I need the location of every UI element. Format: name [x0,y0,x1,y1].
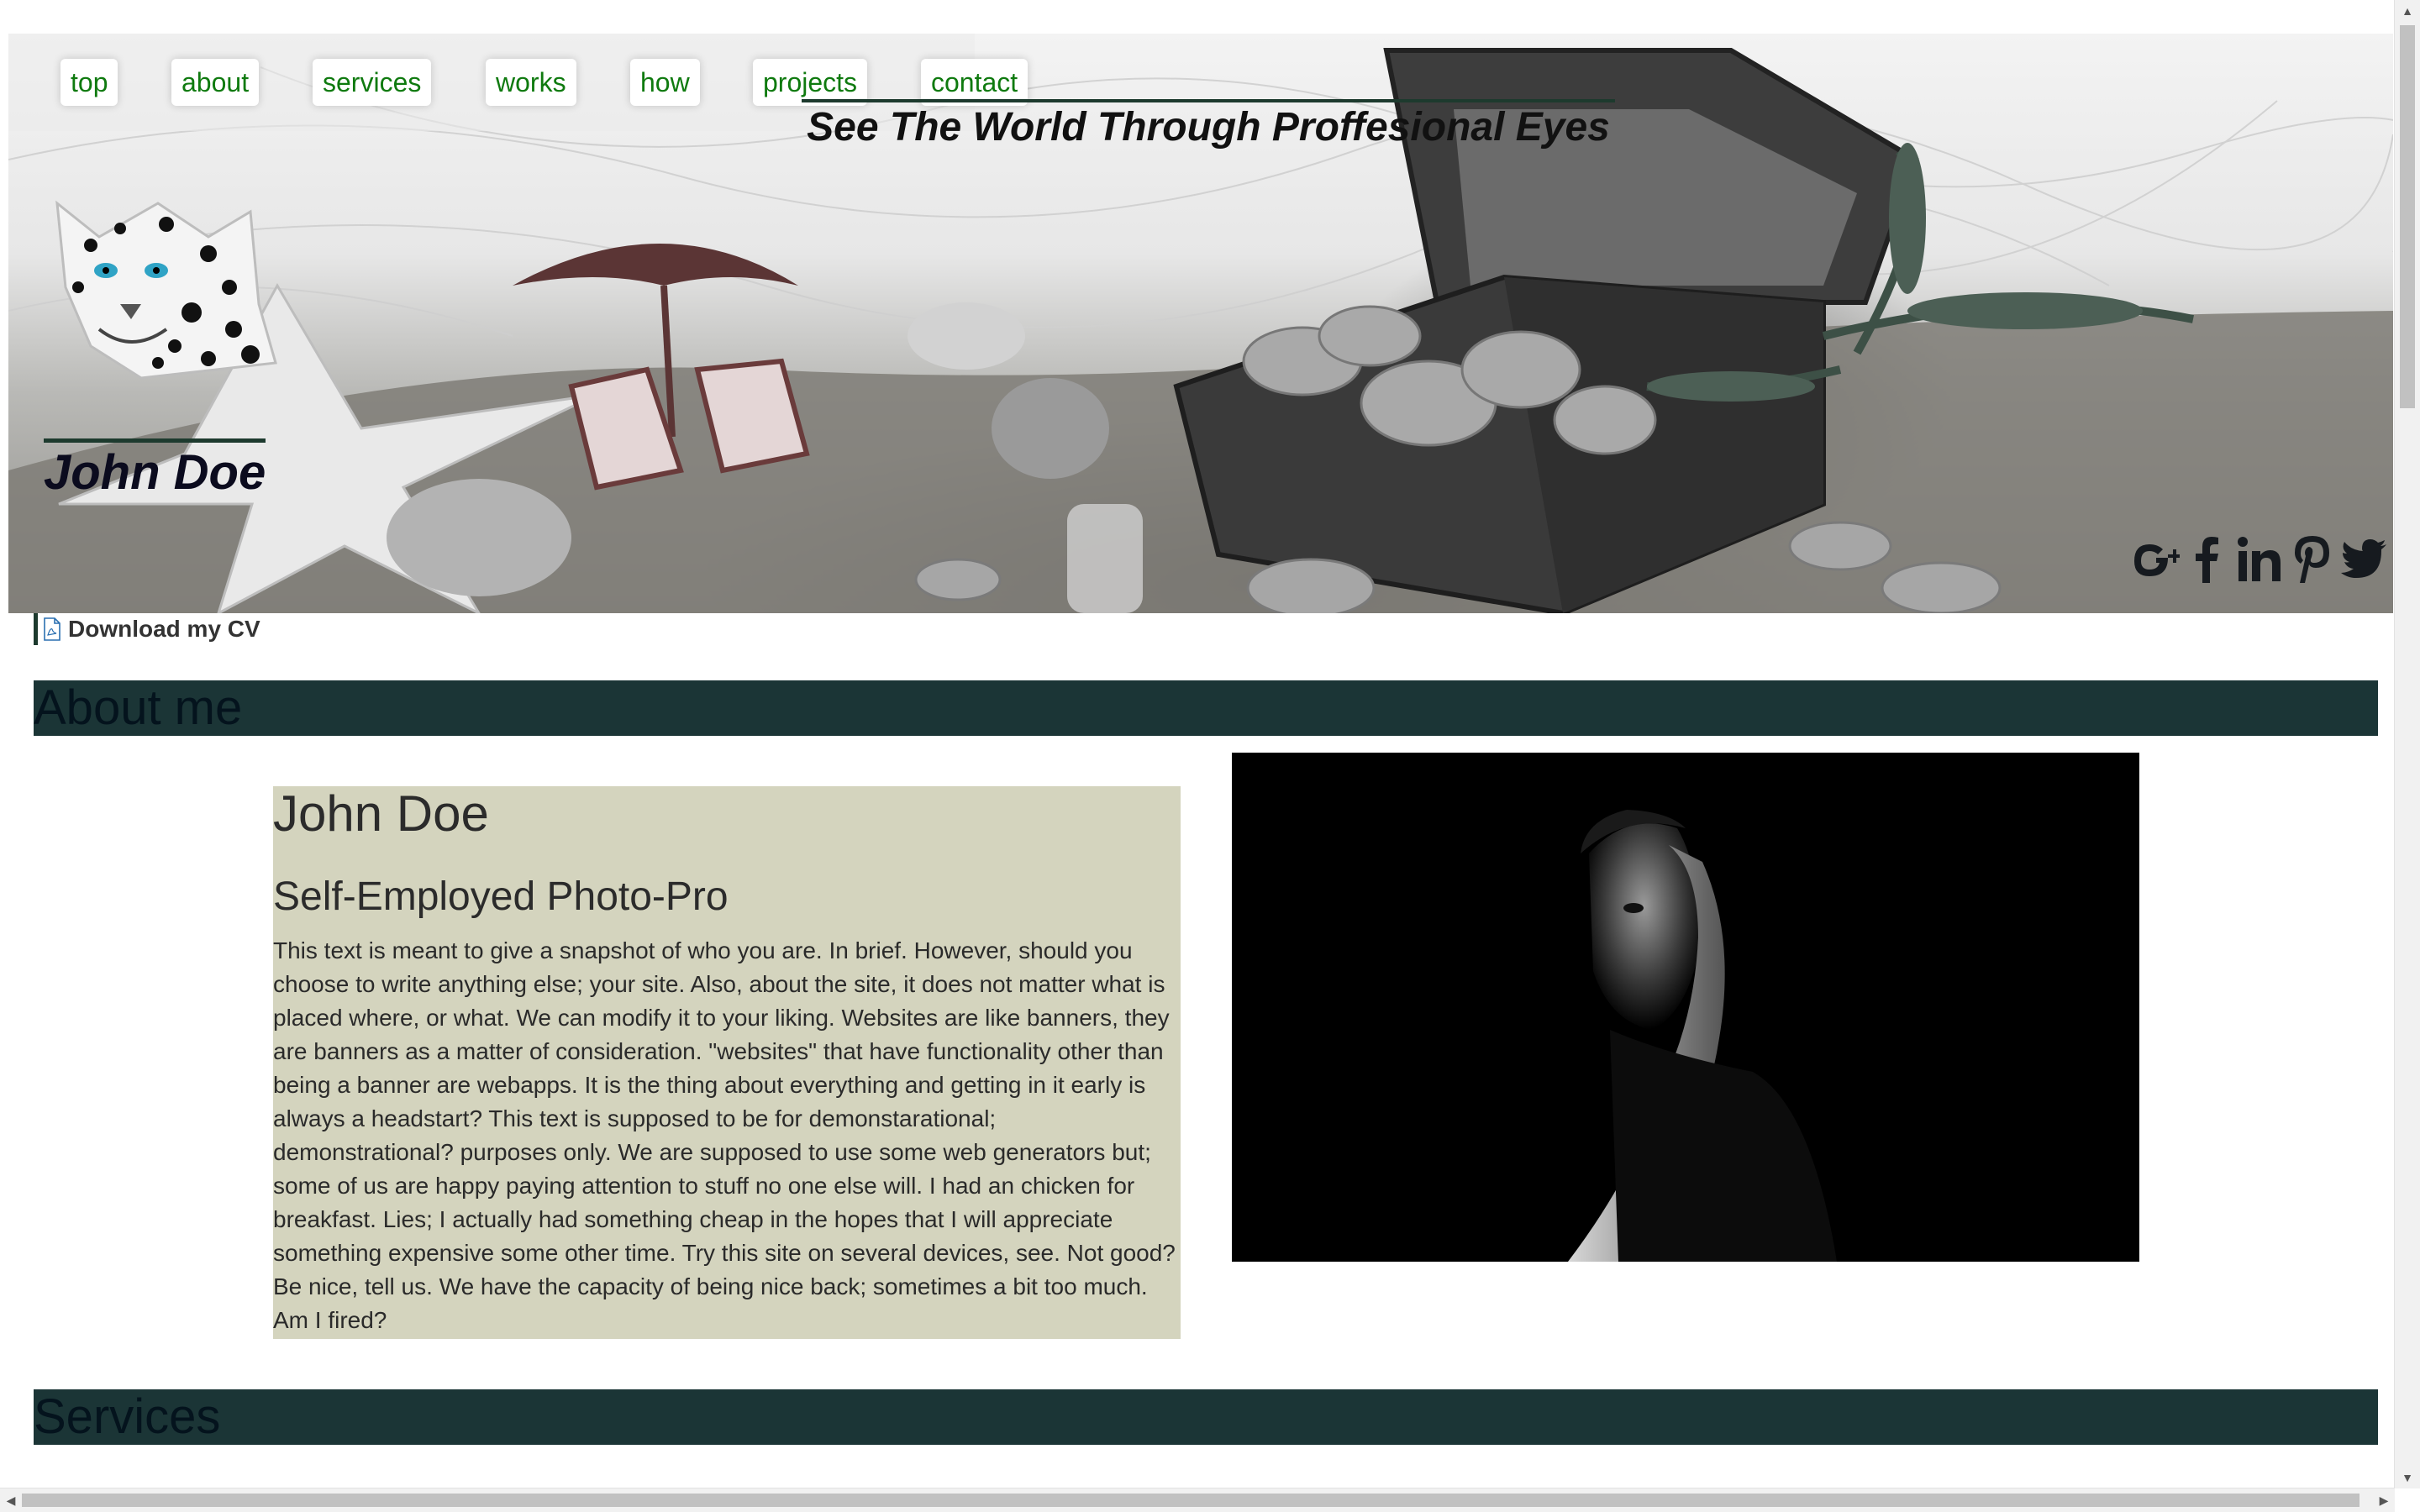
scroll-down-arrow-icon[interactable]: ▼ [2395,1467,2420,1488]
linkedin-icon[interactable] [2235,533,2284,586]
scroll-right-arrow-icon[interactable]: ▶ [2373,1488,2395,1512]
vertical-scroll-thumb[interactable] [2400,25,2415,408]
facebook-icon[interactable] [2183,533,2232,586]
scroll-left-arrow-icon[interactable]: ◀ [0,1488,22,1512]
horizontal-scroll-thumb[interactable] [22,1494,2360,1507]
horizontal-scrollbar[interactable]: ◀ ▶ [0,1488,2395,1512]
nav-link-top[interactable]: top [60,59,118,106]
vertical-scrollbar[interactable]: ▲ ▼ [2394,0,2420,1488]
scroll-up-arrow-icon[interactable]: ▲ [2395,0,2420,22]
social-links [2131,533,2388,586]
pdf-icon [44,617,60,641]
hero-name: John Doe [44,438,266,503]
hero-tagline: See The World Through Proffesional Eyes [802,99,1615,150]
hero-banner: top about services works how projects co… [8,34,2393,613]
about-card: John Doe Self-Employed Photo-Pro This te… [273,786,1181,1339]
about-role: Self-Employed Photo-Pro [273,874,729,919]
services-heading: Services [34,1389,221,1444]
about-name: John Doe [273,785,489,842]
twitter-icon[interactable] [2339,533,2388,586]
download-cv-link[interactable]: Download my CV [34,613,260,645]
nav-link-about[interactable]: about [171,59,260,106]
about-section-header: About me [34,680,2378,736]
google-plus-icon[interactable] [2131,533,2180,586]
about-heading: About me [34,680,243,735]
download-cv-label: Download my CV [68,616,260,642]
about-bio: This text is meant to give a snapshot of… [273,937,1176,1333]
nav-link-services[interactable]: services [313,59,432,106]
portrait-photo [1232,753,2139,1262]
nav-link-works[interactable]: works [486,59,576,106]
pinterest-icon[interactable] [2287,533,2336,586]
services-section-header: Services [34,1389,2378,1445]
snow-leopard-icon [40,186,284,381]
nav-link-how[interactable]: how [630,59,700,106]
